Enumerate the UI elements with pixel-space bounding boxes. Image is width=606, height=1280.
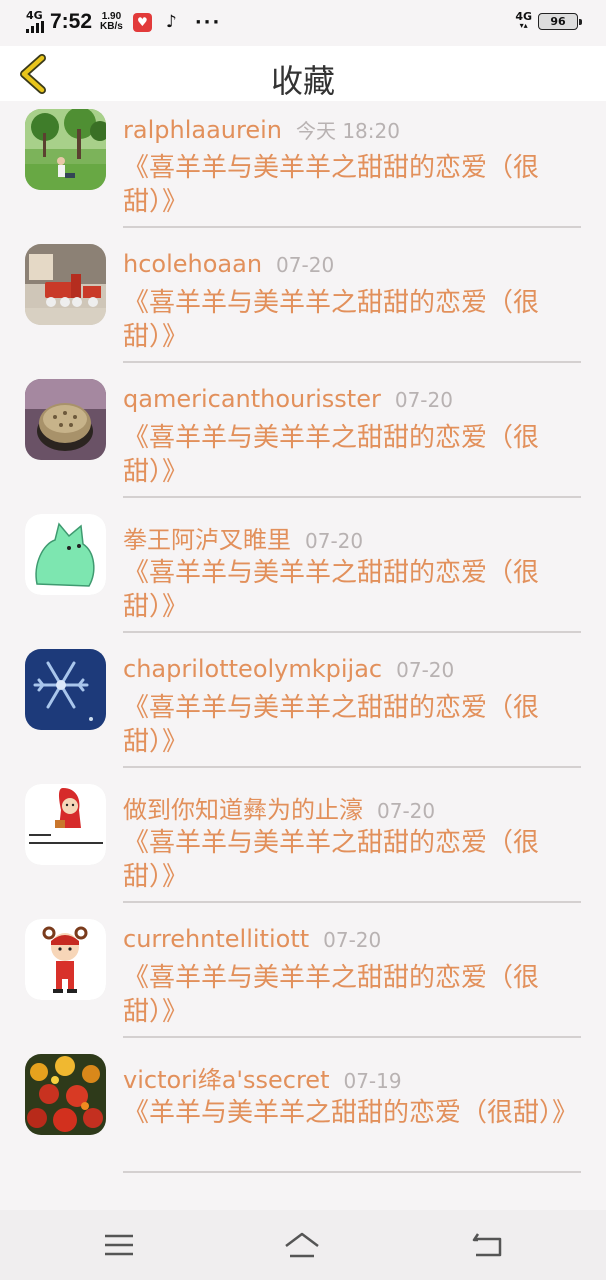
divider bbox=[123, 766, 581, 768]
back-nav-icon bbox=[472, 1233, 502, 1257]
list-item[interactable]: victori绛a'ssecret 07-19 《羊羊与美羊羊之甜甜的恋爱（很甜）… bbox=[0, 1046, 606, 1181]
divider bbox=[123, 901, 581, 903]
network-type-right: 4G ▾▴ bbox=[515, 10, 532, 30]
username[interactable]: victori绛a'ssecret bbox=[123, 1066, 329, 1094]
clock: 7:52 bbox=[50, 10, 93, 33]
username[interactable]: qamericanthourisster bbox=[123, 385, 381, 413]
battery-icon: 96 bbox=[538, 12, 582, 30]
avatar[interactable] bbox=[25, 514, 106, 595]
network-speed: 1.90 KB/s bbox=[100, 12, 123, 32]
item-title[interactable]: 《喜羊羊与美羊羊之甜甜的恋爱（很甜）》 bbox=[123, 286, 578, 354]
item-title[interactable]: 《喜羊羊与美羊羊之甜甜的恋爱（很甜）》 bbox=[123, 556, 578, 624]
timestamp: 07-20 bbox=[276, 253, 335, 277]
list-item[interactable]: currehntellitiott 07-20 《喜羊羊与美羊羊之甜甜的恋爱（很甜… bbox=[0, 911, 606, 1046]
list-item[interactable]: 拳王阿泸叉睢里 07-20 《喜羊羊与美羊羊之甜甜的恋爱（很甜）》 bbox=[0, 506, 606, 641]
timestamp: 07-19 bbox=[343, 1069, 402, 1093]
username[interactable]: chaprilotteolymkpijac bbox=[123, 655, 382, 683]
item-title[interactable]: 《喜羊羊与美羊羊之甜甜的恋爱（很甜）》 bbox=[123, 826, 578, 894]
divider bbox=[123, 361, 581, 363]
cell-signal-icon: 4G bbox=[26, 9, 44, 33]
favorites-list: ralphlaaurein 今天 18:20 《喜羊羊与美羊羊之甜甜的恋爱（很甜）… bbox=[0, 101, 606, 1181]
avatar[interactable] bbox=[25, 919, 106, 1000]
nav-header: 收藏 bbox=[0, 46, 606, 101]
item-title[interactable]: 《羊羊与美羊羊之甜甜的恋爱（很甜）》 bbox=[123, 1096, 578, 1130]
avatar[interactable] bbox=[25, 1054, 106, 1135]
timestamp: 07-20 bbox=[396, 658, 455, 682]
app-notification-icon: ♥ bbox=[132, 12, 152, 32]
network-type-left: 4G bbox=[26, 9, 43, 22]
page-title: 收藏 bbox=[270, 62, 335, 100]
item-title[interactable]: 《喜羊羊与美羊羊之甜甜的恋爱（很甜）》 bbox=[123, 691, 578, 759]
item-title[interactable]: 《喜羊羊与美羊羊之甜甜的恋爱（很甜）》 bbox=[123, 961, 578, 1029]
username[interactable]: 拳王阿泸叉睢里 bbox=[123, 526, 291, 554]
timestamp: 07-20 bbox=[305, 529, 364, 553]
avatar[interactable] bbox=[25, 244, 106, 325]
divider bbox=[123, 631, 581, 633]
item-title[interactable]: 《喜羊羊与美羊羊之甜甜的恋爱（很甜）》 bbox=[123, 421, 578, 489]
home-icon bbox=[285, 1232, 319, 1258]
menu-button[interactable] bbox=[99, 1228, 139, 1262]
timestamp: 07-20 bbox=[323, 928, 382, 952]
home-button[interactable] bbox=[282, 1228, 322, 1262]
list-item[interactable]: 做到你知道彝为的止濠 07-20 《喜羊羊与美羊羊之甜甜的恋爱（很甜）》 bbox=[0, 776, 606, 911]
timestamp: 07-20 bbox=[394, 388, 453, 412]
speed-unit: KB/s bbox=[100, 21, 123, 32]
avatar[interactable] bbox=[25, 649, 106, 730]
timestamp: 07-20 bbox=[377, 799, 436, 823]
status-bar: 4G 7:52 1.90 KB/s ♥ ♪ ··· 4G ▾▴ 96 bbox=[0, 0, 606, 46]
divider bbox=[123, 496, 581, 498]
divider bbox=[123, 1036, 581, 1038]
list-item[interactable]: ralphlaaurein 今天 18:20 《喜羊羊与美羊羊之甜甜的恋爱（很甜）… bbox=[0, 101, 606, 236]
avatar[interactable] bbox=[25, 379, 106, 460]
username[interactable]: 做到你知道彝为的止濠 bbox=[123, 796, 363, 824]
username[interactable]: currehntellitiott bbox=[123, 925, 309, 953]
list-item[interactable]: qamericanthourisster 07-20 《喜羊羊与美羊羊之甜甜的恋爱… bbox=[0, 371, 606, 506]
timestamp: 今天 18:20 bbox=[295, 119, 400, 143]
avatar[interactable] bbox=[25, 784, 106, 865]
back-nav-button[interactable] bbox=[468, 1228, 508, 1262]
battery-level: 96 bbox=[550, 14, 566, 28]
avatar[interactable] bbox=[25, 109, 106, 190]
username[interactable]: ralphlaaurein bbox=[123, 116, 282, 144]
divider bbox=[123, 1171, 581, 1173]
tiktok-icon: ♪ bbox=[165, 12, 177, 32]
divider bbox=[123, 226, 581, 228]
list-item[interactable]: hcolehoaan 07-20 《喜羊羊与美羊羊之甜甜的恋爱（很甜）》 bbox=[0, 236, 606, 371]
item-title[interactable]: 《喜羊羊与美羊羊之甜甜的恋爱（很甜）》 bbox=[123, 151, 578, 219]
more-notifications-icon: ··· bbox=[194, 11, 222, 33]
username[interactable]: hcolehoaan bbox=[123, 250, 262, 278]
list-item[interactable]: chaprilotteolymkpijac 07-20 《喜羊羊与美羊羊之甜甜的恋… bbox=[0, 641, 606, 776]
system-nav-bar bbox=[0, 1210, 606, 1280]
menu-icon bbox=[105, 1234, 133, 1256]
